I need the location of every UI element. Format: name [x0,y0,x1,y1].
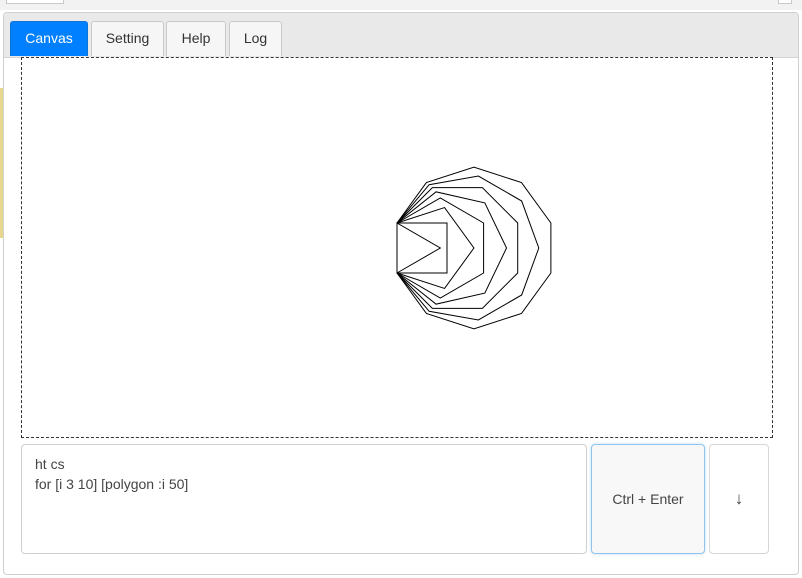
polygon-3-sides [396,222,442,274]
polygon-7-sides [396,191,508,305]
tab-help[interactable]: Help [166,21,226,56]
command-input[interactable]: ht cs for [i 3 10] [polygon :i 50] [21,444,587,554]
down-arrow-button[interactable]: ↓ [709,444,769,554]
window-tab-stub-right [778,0,792,4]
command-line-1: ht cs [35,456,65,472]
window-top-edge [0,0,802,10]
turtle-drawing [396,166,552,330]
polygon-8-sides [396,187,519,309]
drawing-canvas[interactable] [21,57,773,438]
command-line-2: for [i 3 10] [polygon :i 50] [35,476,189,492]
tab-log[interactable]: Log [229,21,282,56]
polygon-5-sides [396,206,475,290]
run-button[interactable]: Ctrl + Enter [591,444,705,554]
tab-canvas[interactable]: Canvas [10,21,88,56]
tab-bar: Canvas Setting Help Log [4,13,798,58]
tab-setting[interactable]: Setting [91,21,164,56]
window-tab-stub [6,0,64,4]
